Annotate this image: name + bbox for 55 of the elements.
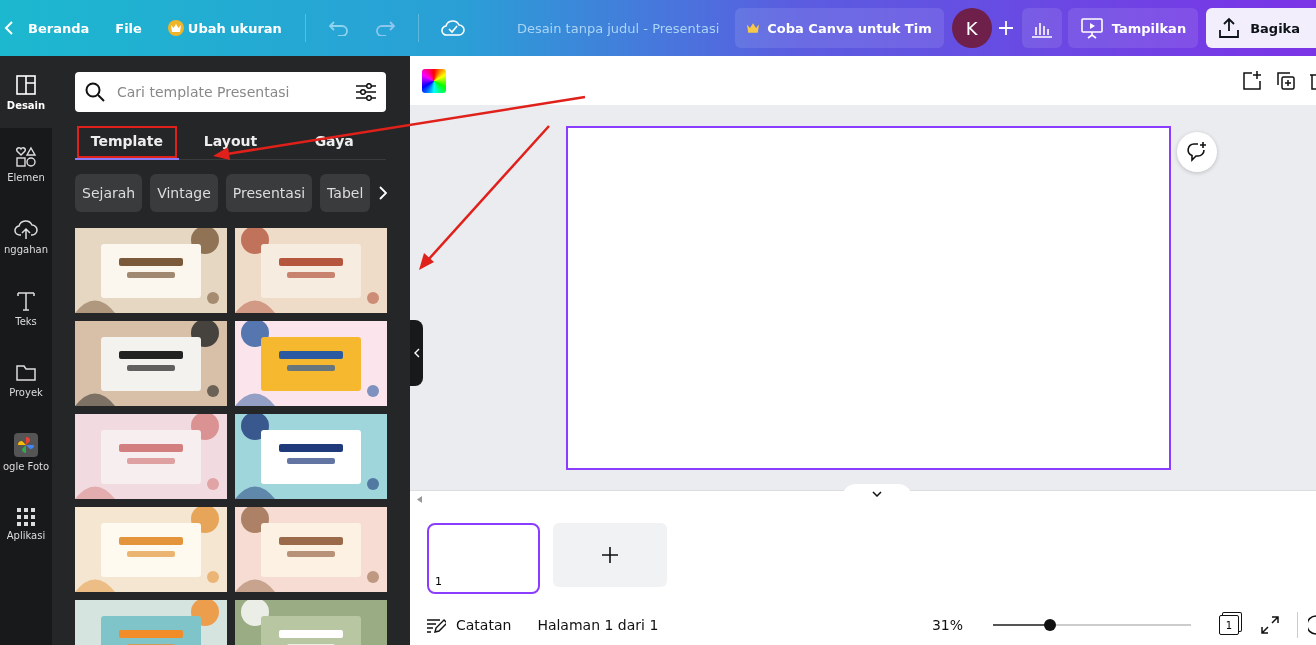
sidebar-item[interactable]: Proyek: [0, 344, 52, 416]
chevron-left-icon: [4, 20, 14, 36]
share-button[interactable]: Bagika: [1206, 8, 1316, 48]
sidebar-item[interactable]: Elemen: [0, 128, 52, 200]
scroll-left-icon[interactable]: [417, 496, 422, 503]
page-grid-button[interactable]: 1: [1219, 615, 1239, 635]
tab[interactable]: Gaya: [282, 124, 386, 160]
filter-chip[interactable]: Vintage: [150, 174, 218, 212]
crown-icon: [747, 23, 760, 33]
filter-chip[interactable]: Tabel: [320, 174, 371, 212]
sidebar-item[interactable]: nggahan: [0, 200, 52, 272]
tab[interactable]: Template: [75, 124, 179, 160]
filter-icon[interactable]: [356, 83, 376, 101]
avatar[interactable]: K: [951, 8, 992, 48]
team-trial-button[interactable]: Coba Canva untuk Tim: [735, 8, 944, 48]
folder-icon: [15, 362, 37, 383]
filter-chip[interactable]: Presentasi: [225, 174, 313, 212]
collapse-handle[interactable]: [410, 320, 423, 386]
search-field[interactable]: Cari template Presentasi: [75, 72, 386, 112]
sidebar-item[interactable]: Teks: [0, 272, 52, 344]
add-member-icon[interactable]: [997, 20, 1014, 36]
filter-chip[interactable]: Sejarah: [75, 174, 143, 212]
apps-grid-icon: [17, 507, 35, 526]
shapes-icon: [15, 145, 37, 168]
help-icon[interactable]: [1308, 615, 1316, 635]
chevron-down-icon: [872, 491, 882, 497]
zoom-percentage[interactable]: 31%: [931, 617, 963, 633]
zoom-slider-thumb[interactable]: [1044, 619, 1057, 631]
notes-button[interactable]: Catatan: [426, 617, 512, 633]
layout-icon: [15, 73, 37, 96]
insights-button[interactable]: [1021, 8, 1062, 48]
crown-icon: [167, 20, 184, 36]
comment-plus-icon: [1186, 141, 1208, 163]
text-icon: [16, 289, 36, 312]
cloud-check-icon[interactable]: [440, 19, 465, 37]
share-icon: [1218, 17, 1241, 39]
sidebar-item[interactable]: Aplikasi: [0, 488, 52, 560]
duplicate-icon[interactable]: [1276, 70, 1296, 91]
pinwheel-icon: [14, 432, 38, 457]
tab[interactable]: Layout: [178, 124, 283, 160]
plus-icon: [602, 547, 618, 563]
notes-icon: [426, 617, 446, 633]
present-button[interactable]: Tampilkan: [1067, 8, 1199, 48]
search-icon: [85, 82, 105, 102]
add-page-icon[interactable]: [1242, 70, 1262, 91]
cloud-upload-icon: [14, 217, 38, 240]
page-indicator: Halaman 1 dari 1: [537, 617, 659, 633]
page-thumbnail[interactable]: 1: [427, 523, 540, 594]
sidebar-item[interactable]: ogle Foto: [0, 416, 52, 488]
add-comment-button[interactable]: [1177, 132, 1217, 172]
sidebar-item[interactable]: Desain: [0, 56, 52, 128]
chevron-right-icon[interactable]: [378, 185, 389, 201]
color-picker[interactable]: [422, 68, 446, 93]
fullscreen-icon[interactable]: [1261, 616, 1279, 634]
presentation-screen-icon: [1079, 17, 1104, 39]
